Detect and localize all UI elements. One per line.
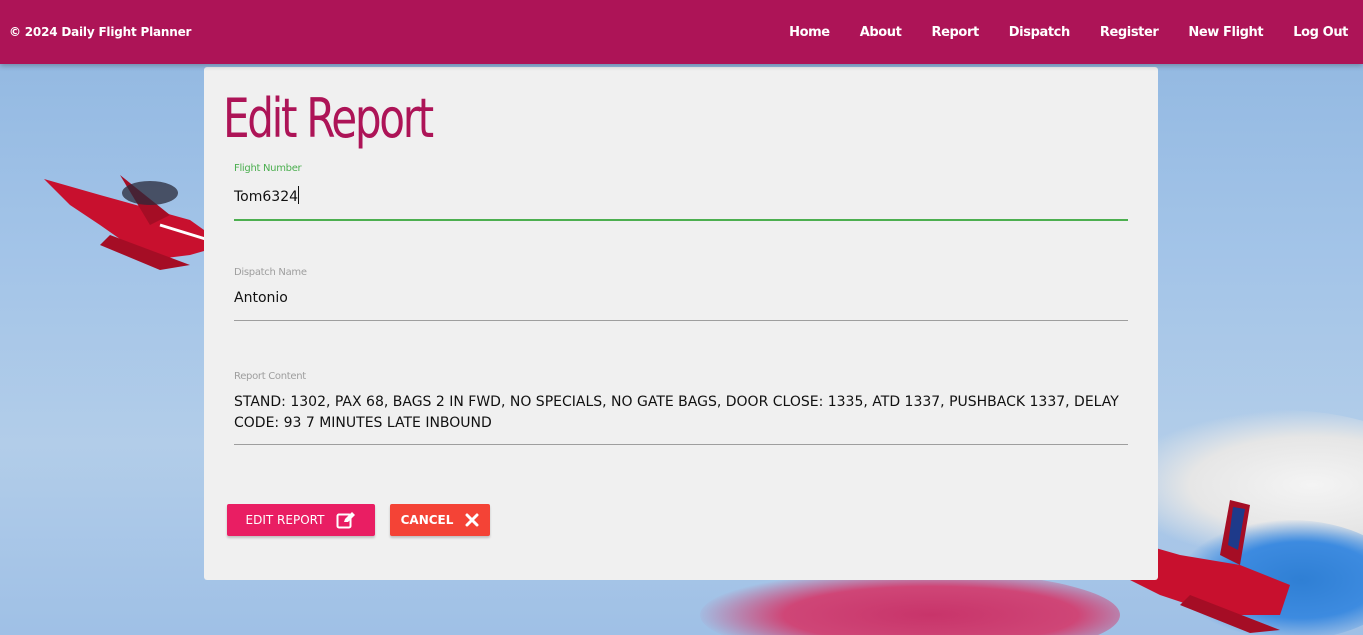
nav-dispatch[interactable]: Dispatch [1009, 25, 1070, 40]
cancel-label: CANCEL [400, 513, 454, 527]
edit-report-label: EDIT REPORT [245, 513, 325, 527]
dispatch-name-input[interactable]: Antonio [234, 290, 1128, 321]
nav-about[interactable]: About [860, 25, 902, 40]
nav-report[interactable]: Report [931, 25, 979, 40]
flight-number-value: Tom6324 [234, 189, 299, 205]
dispatch-name-field: Dispatch Name Antonio [234, 267, 1128, 321]
jet-image-left [44, 175, 226, 270]
nav-new-flight[interactable]: New Flight [1188, 25, 1263, 40]
text-caret [298, 186, 300, 204]
report-content-textarea[interactable]: STAND: 1302, PAX 68, BAGS 2 IN FWD, NO S… [234, 392, 1128, 445]
flight-number-label: Flight Number [234, 163, 302, 174]
page-title: Edit Report [223, 87, 434, 150]
nav-log-out[interactable]: Log Out [1293, 25, 1348, 40]
cancel-button[interactable]: CANCEL [390, 504, 490, 536]
nav-home[interactable]: Home [789, 25, 830, 40]
nav-register[interactable]: Register [1100, 25, 1159, 40]
nav-links: Home About Report Dispatch Register New … [759, 23, 1348, 41]
report-content-label: Report Content [234, 371, 306, 382]
flight-number-field: Flight Number Tom6324 [234, 163, 1128, 221]
edit-icon [336, 512, 356, 529]
edit-report-card: Edit Report Flight Number Tom6324 Dispat… [204, 67, 1158, 580]
edit-report-button[interactable]: EDIT REPORT [227, 504, 375, 536]
dispatch-name-label: Dispatch Name [234, 267, 307, 278]
top-navbar: © 2024 Daily Flight Planner Home About R… [0, 0, 1363, 64]
report-content-field: Report Content STAND: 1302, PAX 68, BAGS… [234, 371, 1128, 445]
flight-number-input[interactable]: Tom6324 [234, 186, 1128, 221]
brand-copyright: © 2024 Daily Flight Planner [9, 25, 192, 39]
close-icon [465, 513, 479, 527]
